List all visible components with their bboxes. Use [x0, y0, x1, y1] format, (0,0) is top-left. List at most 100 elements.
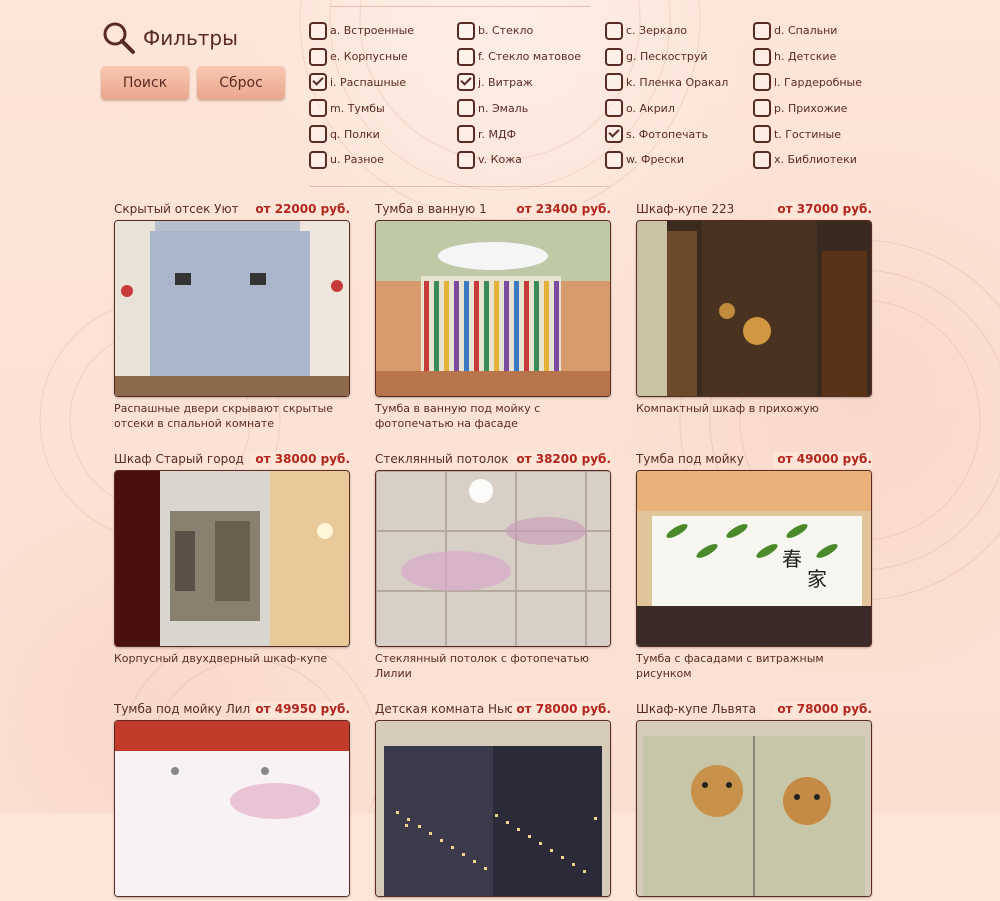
filter-option-label: s. Фотопечать [626, 127, 709, 141]
checkbox[interactable] [753, 125, 771, 144]
product-image[interactable] [114, 720, 350, 897]
filter-option[interactable]: m. Тумбы [309, 95, 457, 121]
filter-option-label: e. Корпусные [330, 50, 408, 64]
product-price: от 37000 руб. [773, 202, 872, 218]
checkbox[interactable] [457, 73, 475, 92]
filter-option[interactable]: e. Корпусные [309, 44, 457, 70]
product-header: Скрытый отсек Уют от 22000 руб. [114, 202, 350, 218]
filter-option[interactable]: c. Зеркало [605, 18, 753, 44]
product-name[interactable]: Скрытый отсек Уют [114, 202, 239, 218]
product-image[interactable]: 春家 [636, 470, 872, 647]
checkbox[interactable] [309, 99, 327, 118]
product-card[interactable]: Детская комната Нью-Йорк от 78000 руб. [375, 702, 611, 901]
filter-option[interactable]: i. Распашные [309, 70, 457, 96]
product-card[interactable]: Шкаф-купе 223 от 37000 руб. Компактный ш… [636, 202, 872, 416]
checkbox[interactable] [457, 47, 475, 66]
filter-option[interactable]: t. Гостиные [753, 121, 901, 147]
filter-option[interactable]: f. Стекло матовое [457, 44, 605, 70]
checkbox[interactable] [457, 150, 475, 169]
filter-option-label: v. Кожа [478, 153, 522, 167]
filter-option[interactable]: j. Витраж [457, 70, 605, 96]
product-image[interactable] [114, 470, 350, 647]
divider-bottom [310, 186, 610, 187]
filter-option-label: p. Прихожие [774, 101, 848, 115]
checkbox[interactable] [753, 73, 771, 92]
checkbox[interactable] [309, 21, 327, 40]
filter-option[interactable]: x. Библиотеки [753, 147, 901, 173]
product-image[interactable] [375, 220, 611, 397]
checkbox[interactable] [753, 47, 771, 66]
checkbox[interactable] [605, 125, 623, 144]
filter-option[interactable]: b. Стекло [457, 18, 605, 44]
checkbox[interactable] [309, 73, 327, 92]
filter-option[interactable]: p. Прихожие [753, 95, 901, 121]
filter-option[interactable]: h. Детские [753, 44, 901, 70]
filter-option[interactable]: d. Спальни [753, 18, 901, 44]
filter-option-label: b. Стекло [478, 24, 534, 38]
product-header: Стеклянный потолок Лилии от 38200 руб. [375, 452, 611, 468]
checkbox[interactable] [753, 99, 771, 118]
filter-option[interactable]: k. Пленка Оракал [605, 70, 753, 96]
filter-option-label: w. Фрески [626, 153, 685, 167]
filter-option[interactable]: s. Фотопечать [605, 121, 753, 147]
filter-option[interactable]: n. Эмаль [457, 95, 605, 121]
checkbox[interactable] [605, 21, 623, 40]
product-image[interactable] [636, 220, 872, 397]
filter-option[interactable]: o. Акрил [605, 95, 753, 121]
product-card[interactable]: Тумба под мойку от 49000 руб. 春家 Тумба с… [636, 452, 872, 681]
filter-option[interactable]: r. МДФ [457, 121, 605, 147]
filter-option-label: q. Полки [330, 127, 380, 141]
magnifier-icon [103, 22, 135, 54]
product-card[interactable]: Шкаф Старый город от 38000 руб. Корпусны… [114, 452, 350, 666]
product-name[interactable]: Тумба под мойку Лилии [114, 702, 251, 718]
product-name[interactable]: Тумба в ванную 1 [375, 202, 487, 218]
product-image[interactable] [636, 720, 872, 897]
checkbox[interactable] [457, 125, 475, 144]
svg-text:家: 家 [807, 567, 827, 591]
product-card[interactable]: Шкаф-купе Львята от 78000 руб. [636, 702, 872, 901]
product-card[interactable]: Скрытый отсек Уют от 22000 руб. Распашны… [114, 202, 350, 431]
product-price: от 38200 руб. [512, 452, 611, 468]
checkbox[interactable] [309, 47, 327, 66]
checkbox[interactable] [457, 21, 475, 40]
product-card[interactable]: Стеклянный потолок Лилии от 38200 руб. С… [375, 452, 611, 681]
product-image[interactable] [375, 720, 611, 897]
filter-option-label: m. Тумбы [330, 101, 385, 115]
checkbox[interactable] [753, 21, 771, 40]
product-image[interactable] [114, 220, 350, 397]
product-name[interactable]: Шкаф Старый город [114, 452, 244, 468]
checkbox[interactable] [753, 150, 771, 169]
product-name[interactable]: Шкаф-купе 223 [636, 202, 734, 218]
filter-option[interactable]: g. Пескоструй [605, 44, 753, 70]
product-name[interactable]: Детская комната Нью-Йорк [375, 702, 512, 718]
checkbox[interactable] [309, 125, 327, 144]
filter-option[interactable]: v. Кожа [457, 147, 605, 173]
filters-heading: Фильтры [101, 20, 238, 56]
checkbox[interactable] [605, 99, 623, 118]
product-name[interactable]: Шкаф-купе Львята [636, 702, 756, 718]
product-name[interactable]: Стеклянный потолок Лилии [375, 452, 512, 468]
product-header: Тумба в ванную 1 от 23400 руб. [375, 202, 611, 218]
filter-option-label: o. Акрил [626, 101, 675, 115]
filter-option[interactable]: w. Фрески [605, 147, 753, 173]
filter-option[interactable]: l. Гардеробные [753, 70, 901, 96]
product-price: от 49950 руб. [251, 702, 350, 718]
filter-option[interactable]: u. Разное [309, 147, 457, 173]
checkbox[interactable] [605, 73, 623, 92]
checkbox[interactable] [309, 150, 327, 169]
checkbox[interactable] [457, 99, 475, 118]
product-card[interactable]: Тумба в ванную 1 от 23400 руб. Тумба в в… [375, 202, 611, 431]
filter-option[interactable]: q. Полки [309, 121, 457, 147]
reset-button[interactable]: Сброс [197, 66, 285, 99]
svg-text:春: 春 [782, 547, 802, 571]
product-name[interactable]: Тумба под мойку [636, 452, 744, 468]
checkbox[interactable] [605, 47, 623, 66]
product-image[interactable] [375, 470, 611, 647]
search-button[interactable]: Поиск [101, 66, 189, 99]
filter-option-label: u. Разное [330, 153, 384, 167]
filter-option-label: a. Встроенные [330, 24, 415, 38]
product-card[interactable]: Тумба под мойку Лилии от 49950 руб. [114, 702, 350, 901]
filter-option[interactable]: a. Встроенные [309, 18, 457, 44]
checkbox[interactable] [605, 150, 623, 169]
product-price: от 49000 руб. [773, 452, 872, 468]
